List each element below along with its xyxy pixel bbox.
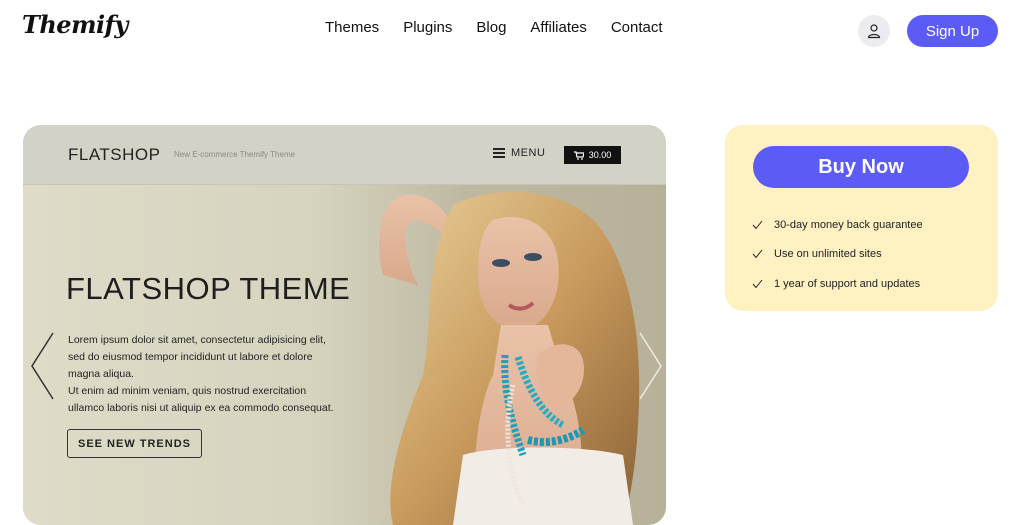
preview-cart-amount: 30.00 [588,150,612,160]
see-new-trends-button: SEE NEW TRENDS [67,429,202,458]
main-nav: Themes Plugins Blog Affiliates Contact [325,19,687,36]
preview-text-line: ullamco laboris nisi ut aliquip ex ea co… [68,402,334,414]
nav-affiliates[interactable]: Affiliates [530,19,586,36]
checkmark-icon [752,249,774,259]
feature-text: 30-day money back guarantee [774,218,923,231]
account-button[interactable] [858,15,890,47]
theme-preview[interactable]: FLATSHOP New E-commerce Themify Theme ME… [23,125,666,525]
preview-text-line: sed do eiusmod tempor incididunt ut labo… [68,351,313,363]
preview-tagline: New E-commerce Themify Theme [174,150,296,159]
sign-up-button[interactable]: Sign Up [907,15,998,47]
checkmark-icon [752,279,774,289]
model-photo [379,191,640,525]
feature-item: 1 year of support and updates [752,269,923,299]
preview-topbar: FLATSHOP New E-commerce Themify Theme ME… [23,125,666,185]
checkmark-icon [752,220,774,230]
preview-brand: FLATSHOP [68,145,161,164]
nav-plugins[interactable]: Plugins [403,19,452,36]
preview-text-line: magna aliqua. [68,368,134,380]
cart-icon [573,150,584,160]
nav-blog[interactable]: Blog [476,19,506,36]
hamburger-icon [493,148,505,158]
purchase-box: Buy Now 30-day money back guarantee Use … [725,125,998,311]
chevron-left-icon [31,332,54,400]
nav-contact[interactable]: Contact [611,19,663,36]
preview-text-line: Ut enim ad minim veniam, quis nostrud ex… [68,385,307,397]
preview-text: Lorem ipsum dolor sit amet, consectetur … [68,332,368,417]
feature-item: Use on unlimited sites [752,240,923,270]
feature-text: 1 year of support and updates [774,277,921,290]
buy-now-button[interactable]: Buy Now [753,146,969,188]
preview-title: FLATSHOP THEME [66,271,351,306]
preview-text-line: Lorem ipsum dolor sit amet, consectetur … [68,334,326,346]
user-icon [867,24,881,39]
preview-menu-label: MENU [511,147,546,159]
feature-text: Use on unlimited sites [774,248,882,261]
preview-cart: 30.00 [564,146,621,164]
nav-themes[interactable]: Themes [325,19,379,36]
chevron-right-icon [639,332,662,400]
preview-menu: MENU [493,147,545,159]
feature-list: 30-day money back guarantee Use on unlim… [752,210,923,299]
feature-item: 30-day money back guarantee [752,210,923,240]
themify-logo[interactable]: Themify [22,10,128,39]
